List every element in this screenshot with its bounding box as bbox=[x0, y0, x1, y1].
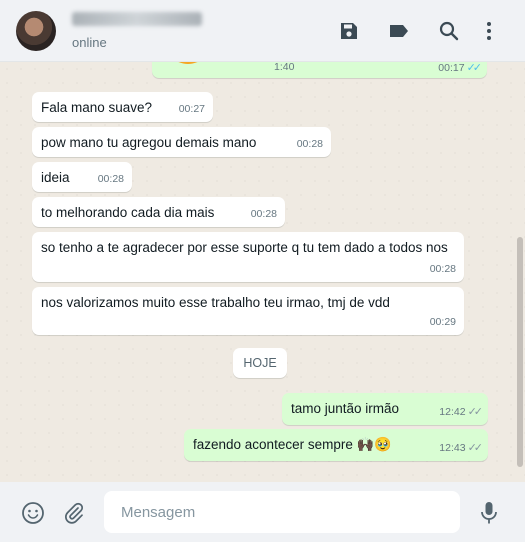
message-text: Fala mano suave? bbox=[41, 100, 153, 115]
incoming-message[interactable]: pow mano tu agregou demais mano 00:28 bbox=[32, 127, 331, 157]
chat-area[interactable]: 1:40 00:17 ✓✓ Fala mano suave? 00:27 pow … bbox=[0, 62, 525, 482]
message-time: 00:17 ✓✓ bbox=[438, 62, 483, 74]
delivered-ticks-icon: ✓✓ bbox=[467, 406, 484, 418]
message-text: pow mano tu agregou demais mano bbox=[41, 135, 257, 150]
message-time: 12:42 ✓✓ bbox=[439, 406, 484, 418]
incoming-message[interactable]: nos valorizamos muito esse trabalho teu … bbox=[32, 287, 464, 335]
menu-icon[interactable] bbox=[477, 19, 501, 43]
message-time: 00:28 bbox=[250, 208, 277, 220]
attach-icon[interactable] bbox=[61, 500, 87, 526]
date-divider: HOJE bbox=[233, 348, 287, 378]
incoming-message[interactable]: to melhorando cada dia mais 00:28 bbox=[32, 197, 285, 227]
contact-status: online bbox=[72, 35, 107, 50]
message-text: fazendo acontecer sempre bbox=[193, 437, 353, 452]
outgoing-message[interactable]: fazendo acontecer sempre 🙌🏿🥹 12:43 ✓✓ bbox=[184, 429, 488, 461]
message-time: 00:29 bbox=[429, 316, 456, 328]
delivered-ticks-icon: ✓✓ bbox=[467, 442, 484, 454]
composer bbox=[0, 482, 525, 542]
image-thumbnail bbox=[164, 62, 212, 64]
media-duration: 1:40 bbox=[274, 62, 295, 73]
message-time: 12:43 ✓✓ bbox=[439, 442, 484, 454]
incoming-message[interactable]: ideia 00:28 bbox=[32, 162, 132, 192]
outgoing-message[interactable]: tamo juntão irmão 12:42 ✓✓ bbox=[282, 393, 488, 425]
message-text: to melhorando cada dia mais bbox=[41, 205, 215, 220]
read-ticks-icon: ✓✓ bbox=[466, 62, 483, 74]
message-time: 00:28 bbox=[429, 263, 456, 275]
message-time: 00:27 bbox=[178, 103, 205, 115]
outgoing-image-message[interactable]: 1:40 00:17 ✓✓ bbox=[152, 62, 487, 78]
emoji-icon[interactable] bbox=[20, 500, 46, 526]
message-text: tamo juntão irmão bbox=[291, 401, 400, 416]
message-time: 00:28 bbox=[97, 173, 124, 185]
message-text: nos valorizamos muito esse trabalho teu … bbox=[41, 295, 390, 310]
avatar[interactable] bbox=[16, 11, 56, 51]
message-text: ideia bbox=[41, 170, 70, 185]
message-input[interactable] bbox=[104, 491, 460, 533]
microphone-icon[interactable] bbox=[476, 500, 502, 526]
message-text: so tenho a te agradecer por esse suporte… bbox=[41, 240, 448, 255]
incoming-message[interactable]: so tenho a te agradecer por esse suporte… bbox=[32, 232, 464, 282]
message-time: 00:28 bbox=[296, 138, 323, 150]
save-icon[interactable] bbox=[337, 19, 361, 43]
label-icon[interactable] bbox=[387, 19, 411, 43]
incoming-message[interactable]: Fala mano suave? 00:27 bbox=[32, 92, 213, 122]
search-icon[interactable] bbox=[437, 19, 461, 43]
chat-header: online bbox=[0, 0, 525, 62]
chat-scrollbar[interactable] bbox=[517, 237, 523, 467]
contact-name-blurred[interactable] bbox=[72, 12, 202, 26]
message-emoji: 🙌🏿🥹 bbox=[356, 437, 392, 453]
